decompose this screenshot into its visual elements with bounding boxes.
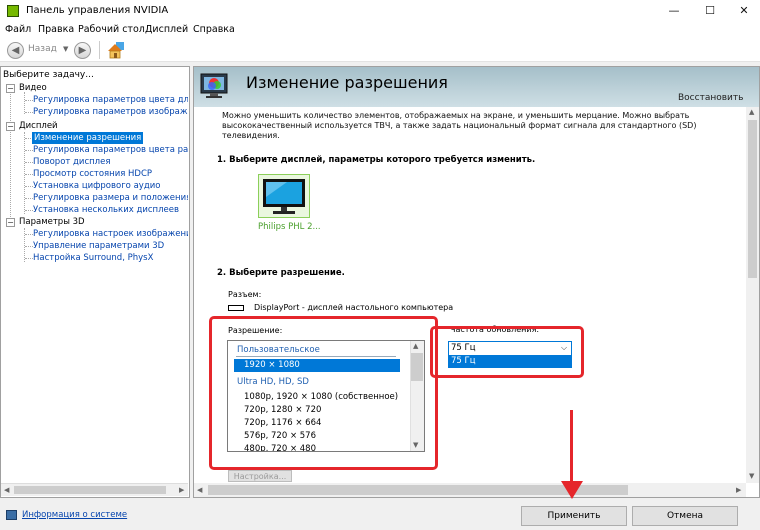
step2-title: 2. Выберите разрешение. [217, 268, 345, 278]
connector-value: DisplayPort - дисплей настольного компью… [254, 303, 454, 312]
menu-display[interactable]: Дисплей [145, 24, 188, 35]
sidebar-scroll-thumb[interactable] [14, 486, 166, 494]
scroll-left-icon[interactable]: ◀ [4, 486, 9, 494]
tree-item-desktop-size[interactable]: Регулировка размера и положения рабоч [33, 192, 188, 204]
tree-item-change-resolution[interactable]: Изменение разрешения [32, 132, 144, 144]
display-settings-icon [200, 71, 230, 101]
highlight-box-resolution [209, 316, 438, 470]
back-history-dropdown-icon[interactable]: ▼ [63, 45, 68, 53]
forward-arrow-icon[interactable]: ▶ [74, 42, 91, 59]
tree-toggle-video-icon[interactable]: − [6, 84, 15, 93]
apply-button[interactable]: Применить [521, 506, 627, 526]
annotation-arrow-head [561, 481, 583, 499]
system-info-icon [6, 510, 17, 520]
connector-label: Разъем: [228, 290, 262, 299]
maximize-button[interactable]: ☐ [694, 0, 726, 22]
tree-item-desktop-color[interactable]: Регулировка параметров цвета рабочег [33, 144, 188, 156]
tree-cat-video[interactable]: Видео [19, 82, 47, 94]
sidebar-title: Выберите задачу... [3, 70, 94, 80]
tree-toggle-display-icon[interactable]: − [6, 122, 15, 131]
tree-cat-3d[interactable]: Параметры 3D [19, 216, 85, 228]
scroll-left-icon[interactable]: ◀ [197, 486, 202, 494]
menu-desktop[interactable]: Рабочий стол [78, 24, 145, 35]
toolbar-divider [99, 41, 100, 59]
tree-item-surround-physx[interactable]: Настройка Surround, PhysX [33, 252, 153, 264]
nvidia-app-icon [7, 5, 19, 17]
tree-item-multi-display[interactable]: Установка нескольких дисплеев [33, 204, 179, 216]
highlight-box-refresh-rate [430, 326, 584, 378]
restore-defaults-link[interactable]: Восстановить [678, 93, 743, 103]
close-button[interactable]: ✕ [728, 0, 760, 22]
menu-file[interactable]: Файл [5, 24, 31, 35]
scroll-right-icon[interactable]: ▶ [179, 486, 184, 494]
minimize-button[interactable]: — [658, 0, 690, 22]
tree-item-digital-audio[interactable]: Установка цифрового аудио [33, 180, 160, 192]
cancel-button[interactable]: Отмена [632, 506, 738, 526]
annotation-arrow-shaft [570, 410, 573, 486]
displayport-icon [228, 305, 244, 311]
tree-toggle-3d-icon[interactable]: − [6, 218, 15, 227]
scroll-down-icon[interactable]: ▼ [749, 472, 754, 480]
page-description: Можно уменьшить количество элементов, от… [222, 111, 697, 140]
display-name-label[interactable]: Philips PHL 2... [258, 222, 321, 232]
task-tree: − Видео Регулировка параметров цвета для… [0, 82, 188, 480]
page-title: Изменение разрешения [246, 73, 448, 92]
window-title: Панель управления NVIDIA [26, 5, 169, 16]
scroll-right-icon[interactable]: ▶ [736, 486, 741, 494]
tree-item-3d-preview[interactable]: Регулировка настроек изображения с пр [33, 228, 188, 240]
scroll-up-icon[interactable]: ▲ [749, 108, 754, 116]
menu-edit[interactable]: Правка [38, 24, 74, 35]
step1-title: 1. Выберите дисплей, параметры которого … [217, 155, 536, 165]
tree-cat-display[interactable]: Дисплей [19, 120, 58, 132]
back-arrow-icon[interactable]: ◀ [7, 42, 24, 59]
back-button-label[interactable]: Назад [28, 44, 57, 54]
system-info-link[interactable]: Информация о системе [22, 510, 127, 520]
tree-item-video-image[interactable]: Регулировка параметров изображения д [33, 106, 188, 118]
tree-item-video-color[interactable]: Регулировка параметров цвета для вид [33, 94, 188, 106]
display-selector-philips[interactable] [258, 174, 310, 218]
customize-button[interactable]: Настройка... [228, 470, 292, 482]
menu-help[interactable]: Справка [193, 24, 235, 35]
tree-item-hdcp[interactable]: Просмотр состояния HDCP [33, 168, 152, 180]
content-scroll-thumb[interactable] [748, 120, 757, 278]
home-icon[interactable] [106, 40, 126, 60]
tree-item-3d-manage[interactable]: Управление параметрами 3D [33, 240, 164, 252]
tree-item-rotate-display[interactable]: Поворот дисплея [33, 156, 110, 168]
